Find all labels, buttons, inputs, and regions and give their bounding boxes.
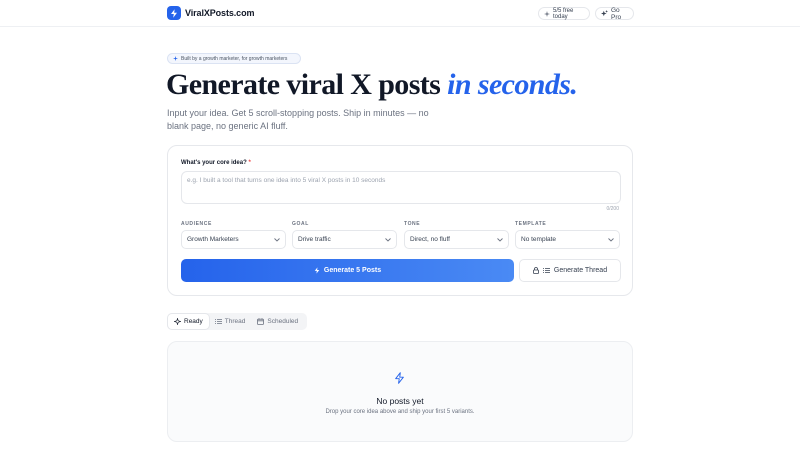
empty-subtitle: Drop your core idea above and ship your … bbox=[325, 409, 475, 415]
tab-thread-label: Thread bbox=[224, 318, 246, 325]
tab-scheduled-label: Scheduled bbox=[267, 318, 299, 325]
top-bar: ViralXPosts.com 5/5 free today Go Pro bbox=[0, 0, 800, 27]
go-pro-button[interactable]: Go Pro bbox=[595, 6, 634, 21]
tone-label: TONE bbox=[404, 221, 421, 227]
tab-ready-label: Ready bbox=[184, 318, 203, 325]
required-mark: * bbox=[248, 160, 251, 166]
tab-thread[interactable]: Thread bbox=[209, 314, 252, 329]
list-icon bbox=[214, 319, 222, 324]
tone-value: Direct, no fluff bbox=[410, 236, 450, 243]
go-pro-label: Go Pro bbox=[611, 6, 622, 21]
idea-label: What's your core idea? * bbox=[181, 160, 251, 166]
chevron-down-icon bbox=[385, 237, 391, 242]
tagline-badge: Built by a growth marketer, for growth m… bbox=[167, 53, 301, 64]
bolt-icon bbox=[394, 372, 405, 384]
generate-posts-button[interactable]: Generate 5 Posts bbox=[181, 259, 514, 282]
idea-placeholder: e.g. I built a tool that turns one idea … bbox=[187, 177, 386, 184]
tab-ready[interactable]: Ready bbox=[168, 314, 209, 329]
chevron-down-icon bbox=[497, 237, 503, 242]
list-icon bbox=[542, 268, 550, 273]
audience-value: Growth Marketers bbox=[187, 236, 239, 243]
tab-scheduled[interactable]: Scheduled bbox=[251, 314, 304, 329]
template-value: No template bbox=[521, 236, 557, 243]
sparkle-icon bbox=[174, 318, 181, 325]
calendar-icon bbox=[257, 318, 265, 325]
posts-empty-state: No posts yet Drop your core idea above a… bbox=[167, 341, 633, 442]
generate-thread-label: Generate Thread bbox=[553, 267, 608, 274]
chevron-down-icon bbox=[608, 237, 614, 242]
headline-accent: in seconds. bbox=[447, 68, 578, 101]
free-usage-badge: 5/5 free today bbox=[538, 7, 590, 20]
page-subtitle: Input your idea. Get 5 scroll-stopping p… bbox=[167, 108, 429, 131]
lock-icon bbox=[533, 267, 539, 274]
bolt-logo-icon[interactable] bbox=[167, 6, 181, 20]
goal-value: Drive traffic bbox=[298, 236, 331, 243]
tone-select[interactable]: Direct, no fluff bbox=[404, 230, 509, 249]
idea-input[interactable]: e.g. I built a tool that turns one idea … bbox=[181, 171, 621, 204]
audience-select[interactable]: Growth Marketers bbox=[181, 230, 286, 249]
generate-thread-button[interactable]: Generate Thread bbox=[519, 259, 621, 282]
free-usage-text: 5/5 free today bbox=[553, 7, 574, 20]
headline-main: Generate viral X posts bbox=[166, 68, 448, 101]
generator-card: What's your core idea? * e.g. I built a … bbox=[167, 145, 633, 296]
page-title: Generate viral X posts in seconds. bbox=[166, 67, 578, 103]
sparkles-icon bbox=[601, 10, 608, 17]
character-counter: 0/200 bbox=[606, 206, 619, 212]
template-label: TEMPLATE bbox=[515, 221, 547, 227]
tagline-text: Built by a growth marketer, for growth m… bbox=[181, 55, 288, 62]
results-tabs: Ready Thread Scheduled bbox=[167, 313, 307, 330]
brand-name[interactable]: ViralXPosts.com bbox=[185, 8, 254, 18]
sparkle-icon bbox=[173, 56, 178, 61]
sparkle-icon bbox=[544, 10, 550, 17]
idea-label-text: What's your core idea? bbox=[181, 160, 247, 166]
goal-label: GOAL bbox=[292, 221, 309, 227]
bolt-icon bbox=[314, 267, 320, 274]
goal-select[interactable]: Drive traffic bbox=[292, 230, 397, 249]
audience-label: AUDIENCE bbox=[181, 221, 212, 227]
chevron-down-icon bbox=[274, 237, 280, 242]
template-select[interactable]: No template bbox=[515, 230, 620, 249]
empty-title: No posts yet bbox=[376, 396, 424, 406]
generate-posts-label: Generate 5 Posts bbox=[323, 267, 382, 274]
